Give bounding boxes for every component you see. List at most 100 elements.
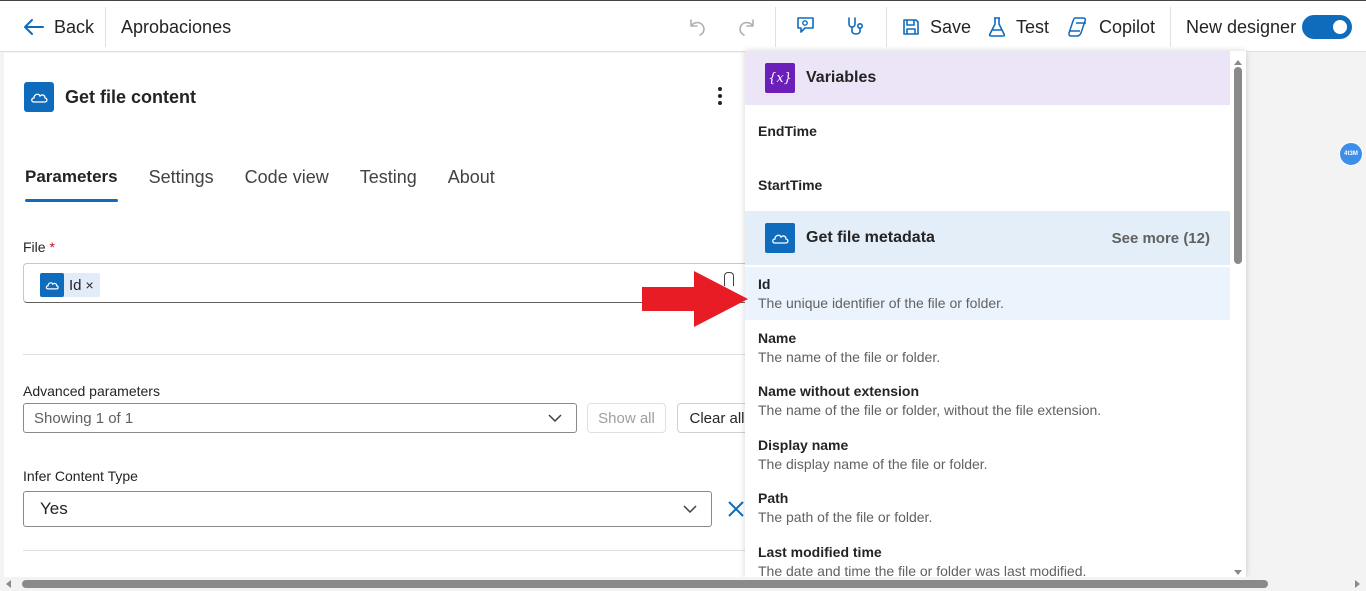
scroll-down-icon[interactable]: [1234, 570, 1242, 575]
more-options-icon[interactable]: [710, 85, 730, 107]
tab-settings[interactable]: Settings: [149, 167, 214, 202]
variables-section-header[interactable]: {x} Variables: [745, 51, 1230, 105]
item-name: Path: [758, 490, 789, 506]
tab-parameters[interactable]: Parameters: [25, 167, 118, 202]
file-label-text: File: [23, 239, 46, 255]
see-more-link[interactable]: See more (12): [1112, 230, 1210, 247]
clear-value-icon[interactable]: [726, 499, 746, 519]
divider: [23, 354, 753, 355]
item-description: The path of the file or folder.: [758, 509, 933, 525]
onedrive-icon: [24, 82, 54, 112]
metadata-title: Get file metadata: [806, 229, 935, 246]
redo-icon: [739, 19, 754, 36]
tab-testing[interactable]: Testing: [360, 167, 417, 202]
infer-content-type-value: Yes: [40, 499, 68, 518]
top-bar: Back Aprobaciones Save Test Copilot New …: [0, 0, 1366, 52]
item-name: Name without extension: [758, 383, 920, 399]
dynamic-content-token[interactable]: Id ×: [40, 273, 100, 297]
avatar[interactable]: 4t3M: [1339, 142, 1363, 166]
save-icon: [903, 19, 919, 35]
undo-button[interactable]: [686, 1, 708, 53]
back-label: Back: [54, 16, 95, 37]
list-item[interactable]: StartTime: [745, 177, 1230, 193]
health-check-button[interactable]: [844, 1, 868, 53]
new-designer-label: New designer: [1186, 16, 1297, 37]
tab-list: Parameters Settings Code view Testing Ab…: [25, 167, 526, 202]
scroll-up-icon[interactable]: [1234, 60, 1242, 65]
redo-button[interactable]: [736, 1, 758, 53]
dynamic-content-popup: {x} Variables EndTime StartTime Get file…: [745, 51, 1246, 578]
list-item[interactable]: Path The path of the file or folder.: [745, 490, 1230, 525]
item-name: Last modified time: [758, 544, 882, 560]
advanced-parameters-dropdown[interactable]: Showing 1 of 1: [23, 403, 577, 433]
list-item[interactable]: Name The name of the file or folder.: [745, 330, 1230, 365]
test-label: Test: [1016, 16, 1050, 37]
chevron-down-icon: [548, 414, 562, 422]
chevron-down-icon: [683, 505, 697, 513]
onedrive-icon: [765, 223, 795, 253]
variables-title: Variables: [806, 69, 877, 86]
separator: [1170, 7, 1171, 47]
card-header: Get file content: [24, 82, 196, 112]
advanced-parameters-value: Showing 1 of 1: [34, 409, 134, 427]
infer-content-type-label: Infer Content Type: [23, 468, 138, 484]
item-description: The display name of the file or folder.: [758, 456, 988, 472]
flow-checker-button[interactable]: [794, 1, 818, 53]
list-item[interactable]: Name without extension The name of the f…: [745, 383, 1230, 418]
advanced-parameters-label: Advanced parameters: [23, 383, 160, 399]
metadata-section-header[interactable]: Get file metadata See more (12): [745, 211, 1230, 265]
list-item[interactable]: EndTime: [745, 123, 1230, 139]
item-description: The name of the file or folder, without …: [758, 402, 1102, 418]
copilot-label: Copilot: [1099, 16, 1156, 37]
scroll-left-icon[interactable]: [6, 580, 11, 588]
list-item[interactable]: Display name The display name of the fil…: [745, 437, 1230, 472]
scroll-right-icon[interactable]: [1355, 580, 1360, 588]
undo-icon: [690, 19, 705, 36]
onedrive-icon: [40, 273, 64, 297]
file-field-label: File *: [23, 239, 55, 255]
list-item[interactable]: Last modified time The date and time the…: [745, 544, 1230, 578]
arrow-left-icon: [24, 19, 44, 35]
item-name: Id: [758, 276, 771, 292]
save-button[interactable]: Save: [901, 1, 971, 53]
token-remove-icon[interactable]: ×: [86, 277, 94, 293]
divider: [23, 550, 753, 551]
flask-icon: [988, 17, 1006, 37]
required-marker: *: [49, 239, 55, 255]
separator: [775, 7, 776, 47]
tab-code-view[interactable]: Code view: [245, 167, 329, 202]
action-details-panel: Get file content Parameters Settings Cod…: [4, 53, 773, 577]
card-title: Get file content: [65, 86, 197, 107]
item-description: The unique identifier of the file or fol…: [758, 295, 1004, 311]
toggle-knob: [1333, 20, 1347, 34]
horizontal-scrollbar[interactable]: [0, 577, 1366, 591]
tab-about[interactable]: About: [448, 167, 495, 202]
stethoscope-icon: [848, 17, 864, 35]
separator: [886, 7, 887, 47]
item-name: StartTime: [758, 177, 823, 193]
annotation-arrow-icon: [642, 271, 748, 327]
item-description: The date and time the file or folder was…: [758, 563, 1087, 578]
separator: [105, 7, 106, 47]
scrollbar-thumb[interactable]: [1234, 67, 1242, 264]
item-name: Name: [758, 330, 797, 346]
flow-title: Aprobaciones: [121, 16, 232, 37]
canvas-area: [1246, 52, 1366, 577]
list-item[interactable]: Id The unique identifier of the file or …: [745, 267, 1230, 320]
test-button[interactable]: Test: [987, 1, 1049, 53]
scrollbar-thumb[interactable]: [22, 580, 1268, 588]
copilot-button[interactable]: Copilot: [1066, 1, 1155, 53]
item-name: EndTime: [758, 123, 817, 139]
show-all-button[interactable]: Show all: [587, 403, 666, 433]
item-name: Display name: [758, 437, 849, 453]
item-description: The name of the file or folder.: [758, 349, 941, 365]
popup-scrollbar[interactable]: [1232, 60, 1244, 575]
save-label: Save: [930, 16, 972, 37]
token-label: Id: [69, 276, 82, 294]
back-button[interactable]: Back: [22, 1, 94, 53]
variable-icon: {x}: [765, 63, 795, 93]
comment-person-icon: [797, 17, 814, 33]
infer-content-type-dropdown[interactable]: Yes: [23, 491, 712, 527]
new-designer-toggle[interactable]: [1302, 15, 1352, 39]
copilot-icon: [1068, 17, 1087, 37]
